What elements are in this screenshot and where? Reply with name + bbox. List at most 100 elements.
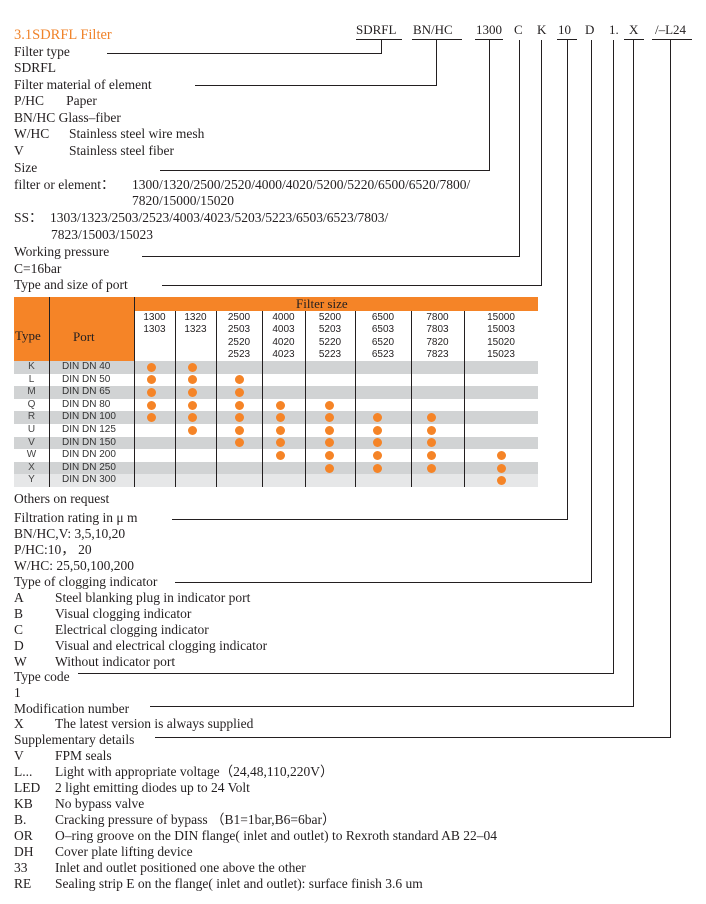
availability-dot [147,375,156,385]
indicator-code: C [14,622,24,637]
material-desc: Paper [66,93,97,108]
connector-port-h [162,285,542,287]
supplementary-item: LED 2 light emitting diodes up to 24 Volt [14,780,250,796]
column-divider [464,311,466,487]
rating-line: BN/HC,V: 3,5,10,20 [14,526,126,541]
row-type-code: Q [27,398,36,410]
page-title: 3.1SDRFL Filter [14,27,112,43]
availability-dot [234,438,244,448]
availability-dot [276,400,285,410]
indicator-desc: Visual and electrical clogging indicator [55,638,268,653]
size-label: 7820 [426,336,449,348]
row-type-code: L [28,373,35,385]
row-type-code: X [28,461,35,473]
availability-dot [234,425,244,435]
row-type-code: R [27,411,36,423]
material-code: BN/HC [14,110,56,125]
row-port: DIN DN 300 [62,474,116,486]
supplementary-item: KB No bypass valve [14,796,144,812]
connector-size-h [160,170,490,172]
size-label: 7803 [426,324,449,336]
indicator-item: A Steel blanking plug in indicator port [14,590,250,606]
size-label: 7823 [426,348,449,360]
material-code: P/HC [14,93,45,108]
supplementary-desc: 2 light emitting diodes up to 24 Volt [55,780,250,795]
rating-line: P/HC:10， 20 [14,542,92,557]
size-label: 6503 [371,324,395,336]
column-divider [262,311,264,487]
availability-dot [276,413,285,423]
supplementary-desc: FPM seals [55,748,112,763]
typecode-heading: Type code [14,669,70,684]
connector-material-v [436,40,438,86]
size-label: 1320 [184,312,207,323]
supplementary-item: OR O–ring groove on the DIN flange( inlet… [14,828,497,844]
row-port: DIN DN 125 [62,424,116,435]
material-code: W/HC [14,126,50,141]
size-label: 1300 [143,312,166,323]
table-header-title: Filter size [296,296,348,311]
table-row: Q DIN DN 80 [14,398,538,412]
availability-dot [188,425,197,435]
supplementary-desc: Cracking pressure of bypass （B1=1bar,B6=… [55,812,336,827]
column-divider [305,311,307,487]
availability-dot [234,387,244,397]
supplementary-code: LED [14,780,41,795]
material-code: V [14,143,24,158]
availability-dot [496,463,506,473]
connector-supplementary-v [670,40,672,738]
size-column-header: 1320 1323 [175,312,216,337]
rating-heading: Filtration rating in μ m [14,510,138,525]
connector-size-v [489,40,491,171]
supplementary-code: DH [14,844,34,859]
row-port: DIN DN 40 [62,361,111,372]
availability-dot [147,387,156,397]
code-pressure: C [514,22,523,37]
row-port: DIN DN 80 [62,398,111,410]
connector-pressure-v [519,40,521,257]
size-filter-line1: 1300/1320/2500/2520/4000/4020/5200/5220/… [132,177,471,192]
table-row: K DIN DN 40 [14,361,538,374]
connector-modification-h [150,706,634,708]
size-label: 2503 [227,324,251,336]
supplementary-code: V [14,748,24,763]
size-label: 15003 [487,324,515,336]
supplementary-desc: Cover plate lifting device [55,844,193,859]
connector-material-h [195,85,437,87]
column-divider [216,311,218,487]
connector-rating-v [567,40,569,520]
size-column-header: 4000 4003 4020 4023 [262,312,305,361]
table-row: X DIN DN 250 [14,461,538,475]
supplementary-item: L... Light with appropriate voltage（24,48… [14,764,333,780]
code-typecode: 1. [609,22,619,37]
size-label: 1303 [143,324,166,336]
connector-type-h [107,53,382,55]
code-type-underline [356,39,402,40]
table-row: M DIN DN 65 [14,386,538,399]
type-header-label: Type [15,328,41,343]
row-type-code: M [27,386,36,398]
availability-dot [147,413,156,423]
availability-dot [324,400,334,410]
modification-code: X [14,716,24,731]
size-column-header: 7800 7803 7820 7823 [411,312,464,361]
availability-dot [234,413,244,423]
connector-modification-v [633,40,635,707]
availability-dot [188,375,197,385]
size-column-header: 1300 1303 [134,312,175,337]
supplementary-desc: O–ring groove on the DIN flange( inlet a… [55,828,498,843]
availability-dot [276,425,285,435]
availability-dot [147,400,156,410]
code-modification: X [629,22,639,37]
indicator-heading: Type of clogging indicator [14,574,158,589]
size-filter-line2: 7820/15000/15020 [132,193,235,208]
availability-dot [496,476,506,486]
availability-dot [427,425,436,435]
size-ss-line2: 7823/15003/15023 [51,227,154,242]
size-label: 4023 [272,348,295,360]
row-port: DIN DN 50 [62,373,111,385]
availability-dot [372,450,382,460]
code-type: SDRFL [356,22,397,37]
filter-type-value: SDRFL [14,60,57,75]
row-port: DIN DN 200 [62,449,116,461]
